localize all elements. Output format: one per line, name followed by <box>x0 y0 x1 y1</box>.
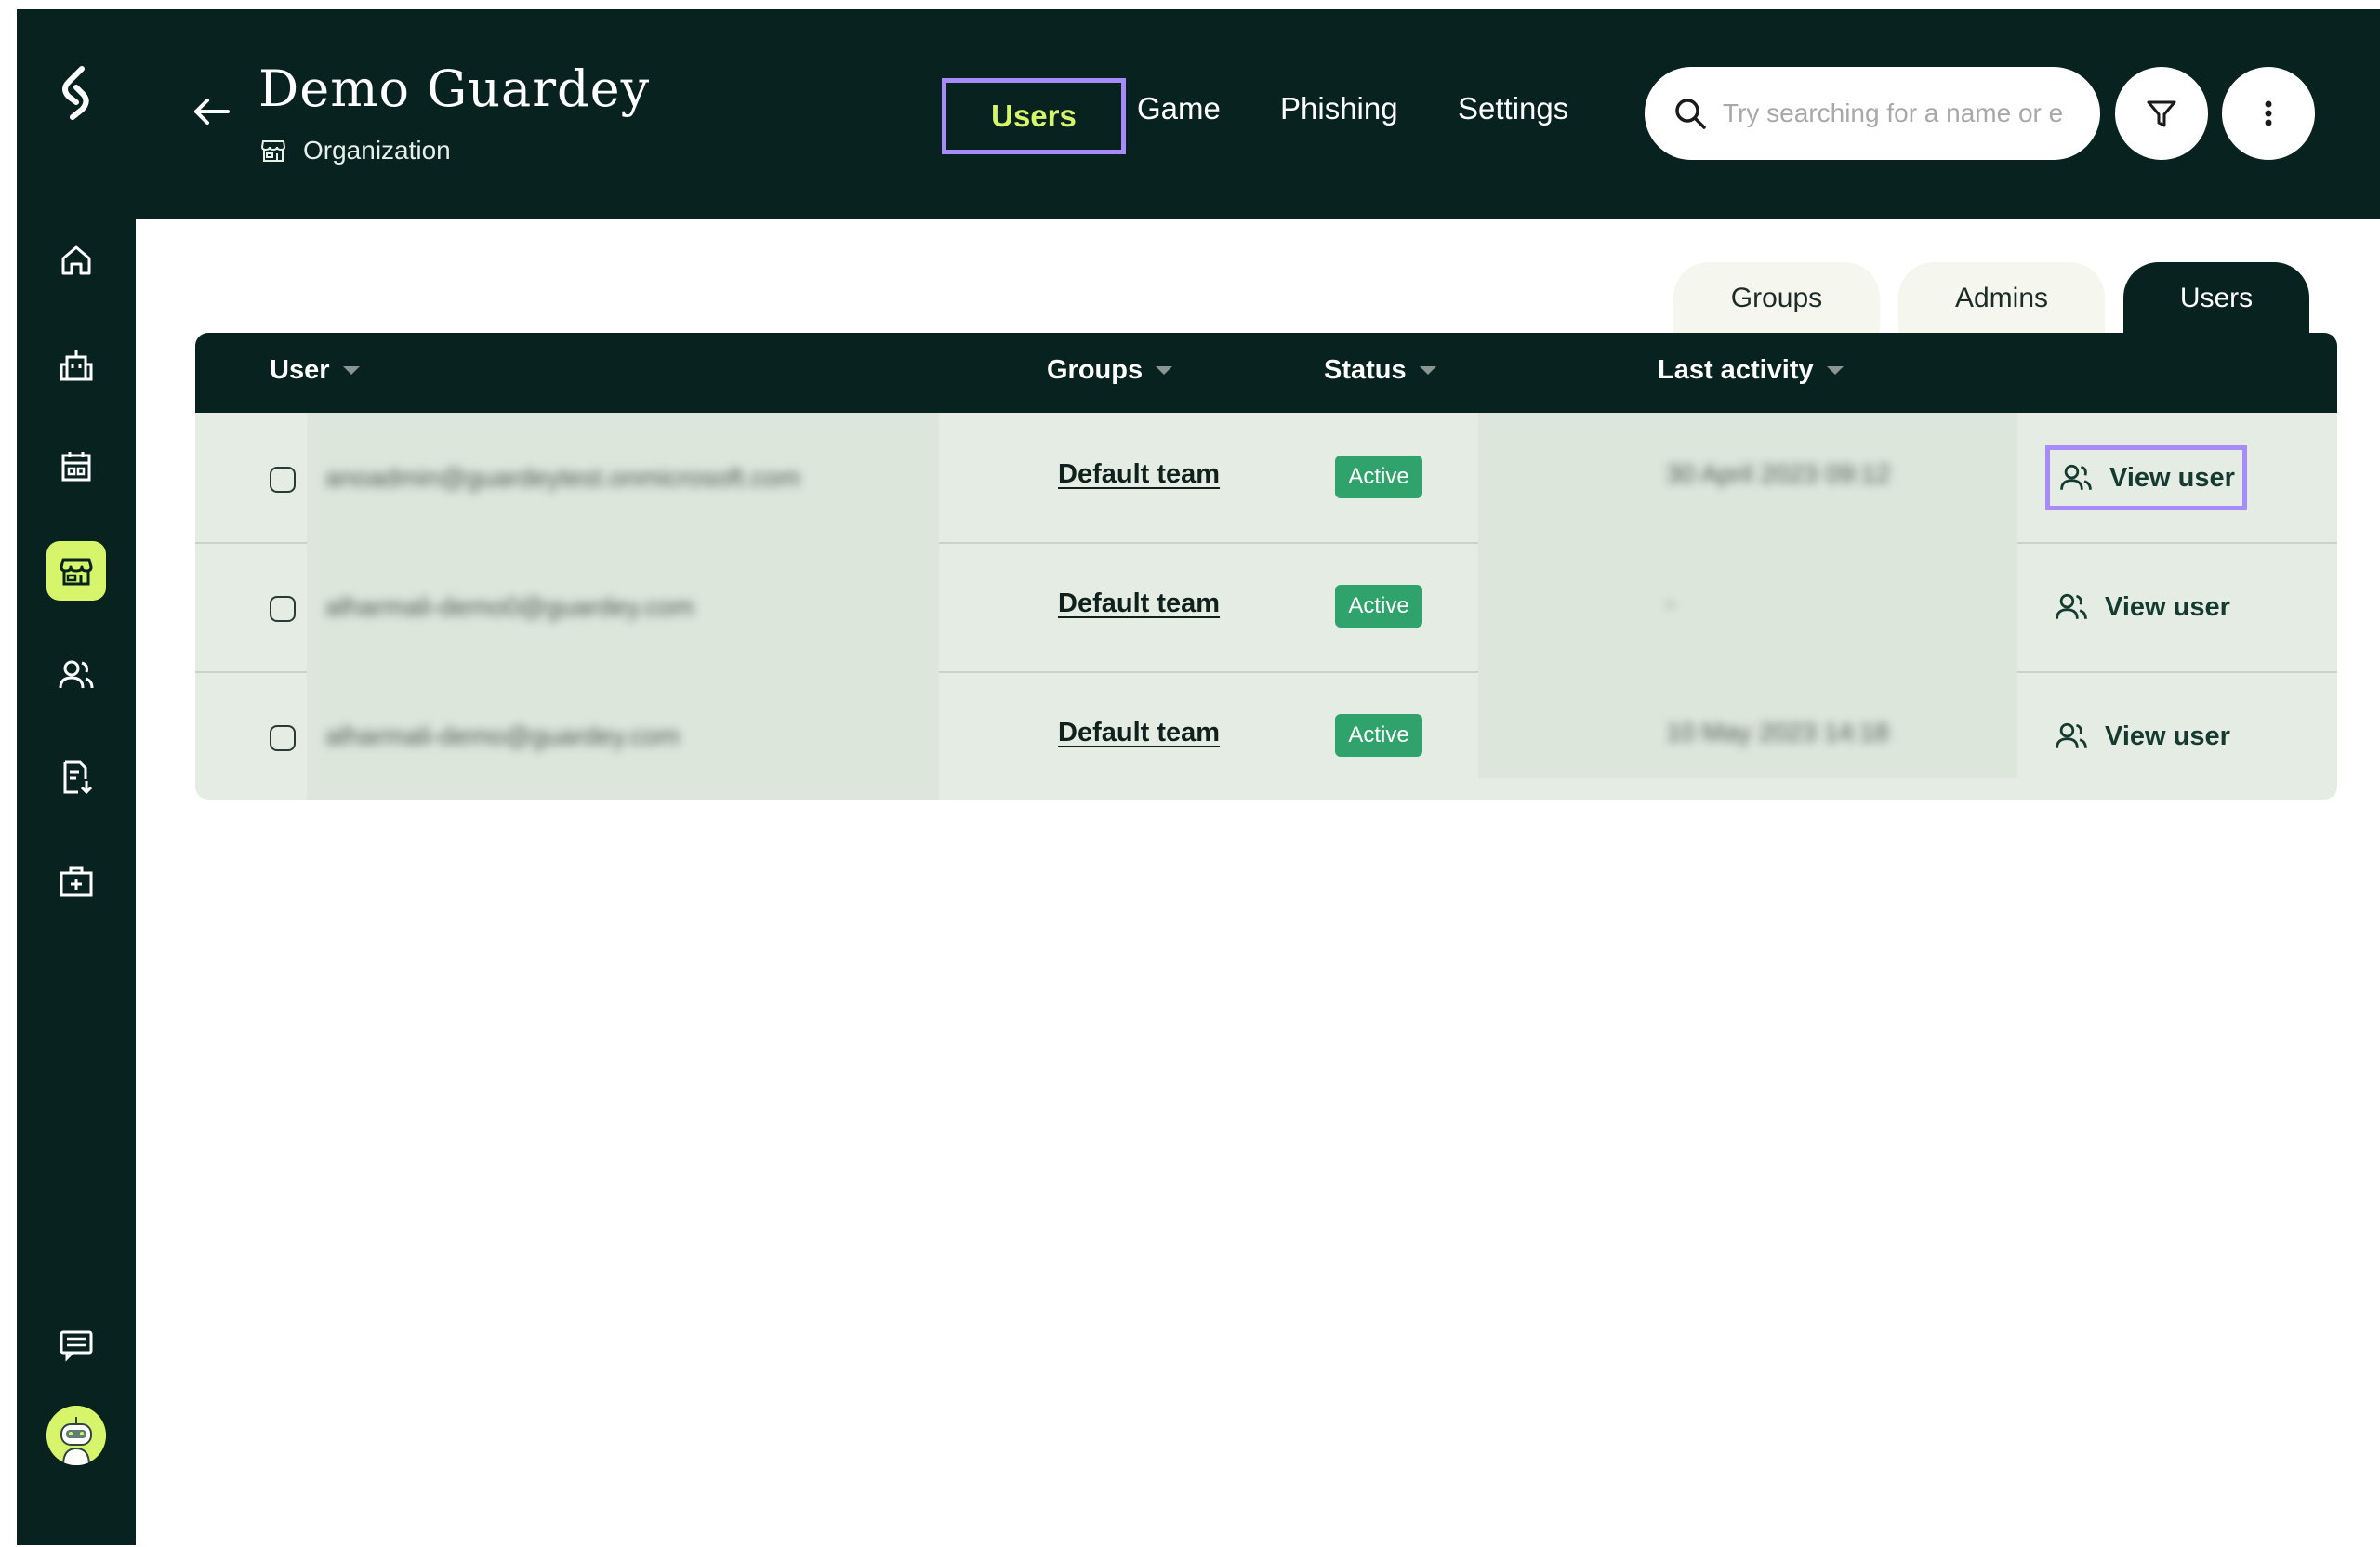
page-subtitle: Organization <box>258 136 451 165</box>
report-download-icon[interactable] <box>46 747 106 807</box>
search-icon <box>1675 99 1706 129</box>
segment-tab-users[interactable]: Users <box>2123 262 2309 335</box>
user-email: alharmali-demo0@guardey.com <box>325 592 694 621</box>
view-user-label: View user <box>2105 591 2230 622</box>
last-activity-value: 30 April 2023 09:12 <box>1666 459 1891 488</box>
tab-game[interactable]: Game <box>1137 91 1221 126</box>
sort-caret-icon <box>1826 366 1844 375</box>
avatar[interactable] <box>46 1406 106 1465</box>
column-header-user[interactable]: User <box>270 355 360 386</box>
user-email: alharmali-demo@guardey.com <box>325 721 681 750</box>
users-table: User Groups Status Last activity anoadmi… <box>195 333 2337 800</box>
tab-phishing[interactable]: Phishing <box>1280 91 1398 126</box>
more-vertical-icon <box>2265 100 2272 126</box>
view-user-label: View user <box>2105 721 2230 751</box>
storefront-icon[interactable] <box>46 541 106 601</box>
sort-caret-icon <box>1156 366 1173 375</box>
view-user-button[interactable]: View user <box>2053 718 2230 755</box>
calendar-building-icon[interactable] <box>46 437 106 496</box>
view-user-button[interactable]: View user <box>2053 588 2230 626</box>
group-link[interactable]: Default team <box>1058 459 1220 490</box>
first-aid-kit-icon[interactable] <box>46 852 106 911</box>
storefront-small-icon <box>260 140 286 162</box>
chat-icon[interactable] <box>46 1315 106 1374</box>
view-user-button[interactable]: View user <box>2045 445 2247 510</box>
column-label: User <box>270 355 330 385</box>
column-header-groups[interactable]: Groups <box>1047 355 1173 386</box>
view-user-label: View user <box>2109 462 2235 493</box>
users-icon[interactable] <box>46 645 106 705</box>
more-options-button[interactable] <box>2222 67 2315 160</box>
back-arrow-icon[interactable] <box>191 91 231 128</box>
table-row: anoadmin@guardeytest.onmicrosoft.com Def… <box>195 413 2337 544</box>
status-badge: Active <box>1335 714 1422 757</box>
segment-tab-groups[interactable]: Groups <box>1673 262 1880 335</box>
row-checkbox[interactable] <box>270 596 296 622</box>
logo-icon[interactable] <box>54 63 99 123</box>
filter-button[interactable] <box>2115 67 2208 160</box>
user-email: anoadmin@guardeytest.onmicrosoft.com <box>325 463 800 492</box>
users-icon <box>2056 722 2087 748</box>
page-title: Demo Guardey <box>258 60 651 118</box>
last-activity-value: - <box>1666 588 1675 617</box>
column-label: Status <box>1324 355 1407 385</box>
table-row: alharmali-demo0@guardey.com Default team… <box>195 542 2337 673</box>
table-row: alharmali-demo@guardey.com Default team … <box>195 671 2337 800</box>
sort-caret-icon <box>342 366 360 375</box>
group-link[interactable]: Default team <box>1058 718 1220 748</box>
column-header-status[interactable]: Status <box>1324 355 1436 386</box>
status-badge: Active <box>1335 585 1422 628</box>
filter-icon <box>2147 100 2176 127</box>
row-checkbox[interactable] <box>270 467 296 493</box>
sidebar <box>17 9 136 1545</box>
tab-settings[interactable]: Settings <box>1458 91 1568 126</box>
search-input[interactable] <box>1721 98 2078 129</box>
segment-tab-admins[interactable]: Admins <box>1898 262 2105 335</box>
status-badge: Active <box>1335 456 1422 498</box>
last-activity-cell <box>1478 542 2017 671</box>
users-icon <box>2060 464 2092 490</box>
building-icon[interactable] <box>46 335 106 394</box>
home-icon[interactable] <box>46 231 106 290</box>
search-box[interactable] <box>1645 67 2100 160</box>
table-header: User Groups Status Last activity <box>195 333 2337 413</box>
sort-caret-icon <box>1419 366 1436 375</box>
org-subtitle-label: Organization <box>303 136 451 165</box>
column-header-last-activity[interactable]: Last activity <box>1658 355 1844 386</box>
last-activity-value: 10 May 2023 14:18 <box>1666 718 1889 747</box>
users-icon <box>2056 593 2087 619</box>
column-label: Last activity <box>1658 355 1814 385</box>
row-checkbox[interactable] <box>270 725 296 751</box>
group-link[interactable]: Default team <box>1058 588 1220 619</box>
tab-users[interactable]: Users <box>942 78 1126 154</box>
column-label: Groups <box>1047 355 1144 385</box>
